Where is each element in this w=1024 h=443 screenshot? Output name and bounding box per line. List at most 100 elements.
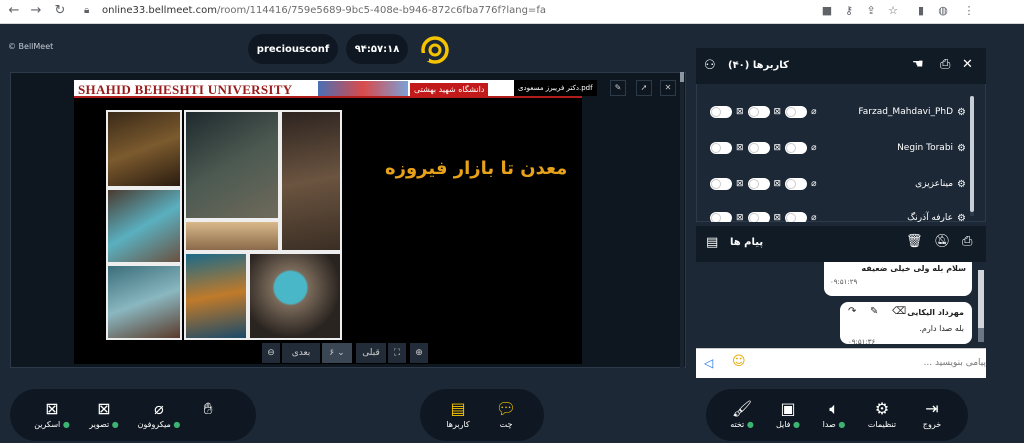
image-file-icon: ▣: [780, 399, 796, 418]
user-settings-icon[interactable]: ⚙: [957, 213, 966, 223]
user-name: میناعزیزی: [915, 179, 954, 189]
app-logo: © BellMeet: [8, 42, 54, 51]
users-scrollbar-thumb[interactable]: [970, 96, 974, 212]
mic-off-icon: ⌀: [811, 213, 817, 222]
users-panel-title: کاربرها (۴۰): [728, 60, 789, 71]
message-text: سلام بله ولی خیلی ضعیفه: [861, 264, 966, 273]
camera-button[interactable]: ⊠ تصویر ●: [82, 398, 126, 438]
camera-toggle[interactable]: [747, 106, 770, 118]
raise-hand-button[interactable]: ✋︎: [188, 398, 228, 438]
stage-scrollbar[interactable]: [680, 72, 684, 368]
reload-icon[interactable]: ↻: [52, 3, 68, 18]
screen-off-icon: ⊠: [736, 107, 744, 117]
key-icon[interactable]: ⚷: [842, 4, 856, 17]
close-users-panel-icon[interactable]: ✕: [962, 57, 973, 72]
camera-off-icon: ⊠: [97, 399, 111, 418]
room-name: preciousconf: [248, 34, 338, 64]
export-messages-icon[interactable]: ⎙: [962, 234, 972, 249]
send-icon[interactable]: ◁: [704, 356, 713, 370]
message-input[interactable]: [760, 353, 986, 373]
camera-off-icon: ⊠: [773, 179, 782, 189]
mic-toggle[interactable]: [785, 106, 808, 118]
slide-photo-miners: [106, 110, 182, 188]
camera-toggle[interactable]: [747, 142, 770, 154]
slide-photo-stones-hand: [106, 188, 182, 264]
reply-icon[interactable]: ↷: [848, 306, 856, 317]
lock-icon[interactable]: 🔒︎: [84, 5, 89, 16]
camera-off-icon: ⊠: [773, 213, 782, 222]
user-row[interactable]: ⊠ ⊠ ⌀ عارفه آذرنگ ⚙: [710, 208, 966, 222]
microphone-button[interactable]: ⌀ میکروفون ●: [134, 398, 184, 438]
users-icon: ⚇: [704, 58, 716, 73]
zoom-out-icon[interactable]: ⊖: [262, 343, 280, 363]
delete-messages-icon[interactable]: 🗑︎: [906, 234, 923, 249]
kebab-menu-icon[interactable]: ⋮: [962, 4, 976, 17]
screen-toggle[interactable]: [710, 178, 732, 190]
mic-toggle[interactable]: [785, 142, 808, 154]
next-slide-button[interactable]: بعدی: [282, 343, 320, 363]
slide-photo-worker: [184, 110, 280, 220]
camera-toggle[interactable]: [747, 178, 770, 190]
page-select[interactable]: ۶ ⌄: [322, 343, 352, 363]
user-settings-icon[interactable]: ⚙: [957, 143, 966, 154]
mic-toggle[interactable]: [785, 178, 808, 190]
mic-toggle[interactable]: [785, 212, 808, 222]
sidepanel-icon[interactable]: ▮: [914, 4, 928, 17]
stage-scrollbar-thumb[interactable]: [680, 72, 684, 82]
screen-toggle[interactable]: [710, 106, 732, 118]
messages-panel-title: پیام ها: [730, 237, 764, 248]
user-row[interactable]: ⊠ ⊠ ⌀ Negin Torabi ⚙: [710, 138, 966, 158]
gear-icon: ⚙: [874, 399, 890, 418]
camera-toggle[interactable]: [747, 212, 770, 222]
camera-icon[interactable]: ■: [820, 4, 834, 17]
zoom-in-icon[interactable]: ⊕: [410, 343, 428, 363]
message-time: ۰۹:۵۱:۲۹: [830, 278, 858, 286]
hand-icon: ✋︎: [203, 399, 213, 418]
close-presentation-icon[interactable]: ✕: [660, 80, 676, 96]
browser-toolbar: ← → ↻ 🔒︎ online33.bellmeet.com/room/1144…: [0, 0, 1024, 24]
screen-share-button[interactable]: ⊠ اسکرین ●: [30, 398, 74, 438]
mute-notifications-icon[interactable]: 🔕︎: [934, 234, 951, 249]
bookmark-star-icon[interactable]: ☆: [886, 4, 900, 17]
camera-off-icon: ⊠: [773, 143, 782, 153]
messages-icon: ▤: [706, 235, 719, 250]
screen-off-icon: ⊠: [736, 213, 744, 222]
back-icon[interactable]: ←: [6, 3, 22, 18]
messages-scrollbar-thumb[interactable]: [978, 328, 984, 342]
screen-off-icon: ⊠: [45, 399, 59, 418]
user-row[interactable]: ⊠ ⊠ ⌀ Farzad_Mahdavi_PhD ⚙: [710, 102, 966, 122]
user-settings-icon[interactable]: ⚙: [957, 107, 966, 118]
profile-icon[interactable]: ◍: [936, 4, 950, 17]
message-text: بله صدا دارم.: [919, 324, 964, 333]
message-time: ۰۹:۵۱:۳۶: [848, 338, 876, 344]
export-users-icon[interactable]: ⎙: [940, 57, 950, 72]
sound-button[interactable]: 🔈︎ صدا ●: [814, 398, 854, 438]
whiteboard-button[interactable]: 🖌︎ تخته ●: [722, 398, 762, 438]
prev-slide-button[interactable]: قبلی: [356, 343, 386, 363]
edit-icon[interactable]: ✎: [870, 306, 878, 317]
message-bubble: مهرداد الیکایی بله صدا دارم. ۰۹:۵۱:۳۶ ↷ …: [840, 302, 972, 344]
slide-photo-ring: [248, 252, 342, 340]
users-button[interactable]: ▤ کاربرها: [438, 398, 478, 438]
screen-toggle[interactable]: [710, 142, 732, 154]
fullscreen-icon[interactable]: ⛶: [388, 343, 406, 363]
exit-icon: ⇥: [925, 399, 939, 418]
mic-off-icon: ⌀: [811, 107, 817, 117]
forward-icon[interactable]: →: [28, 3, 44, 18]
delete-icon[interactable]: ⌫: [892, 306, 906, 317]
user-row[interactable]: ⊠ ⊠ ⌀ میناعزیزی ⚙: [710, 174, 966, 194]
address-bar[interactable]: online33.bellmeet.com/room/114416/759e56…: [102, 5, 546, 16]
emoji-icon[interactable]: ☺: [732, 354, 746, 369]
chat-button[interactable]: 💬︎ چت: [486, 398, 526, 438]
exit-button[interactable]: ⇥ خروج: [912, 398, 952, 438]
file-button[interactable]: ▣ فایل ●: [768, 398, 808, 438]
raise-hand-off-icon[interactable]: ☚: [912, 57, 924, 72]
pen-tool-icon[interactable]: ✎: [610, 80, 626, 96]
chat-icon: 💬︎: [495, 399, 517, 418]
screen-toggle[interactable]: [710, 212, 732, 222]
user-settings-icon[interactable]: ⚙: [957, 179, 966, 190]
pointer-tool-icon[interactable]: ➚: [636, 80, 652, 96]
settings-button[interactable]: ⚙ تنظیمات: [862, 398, 902, 438]
share-icon[interactable]: ⇪: [864, 4, 878, 17]
screen-off-icon: ⊠: [736, 179, 744, 189]
